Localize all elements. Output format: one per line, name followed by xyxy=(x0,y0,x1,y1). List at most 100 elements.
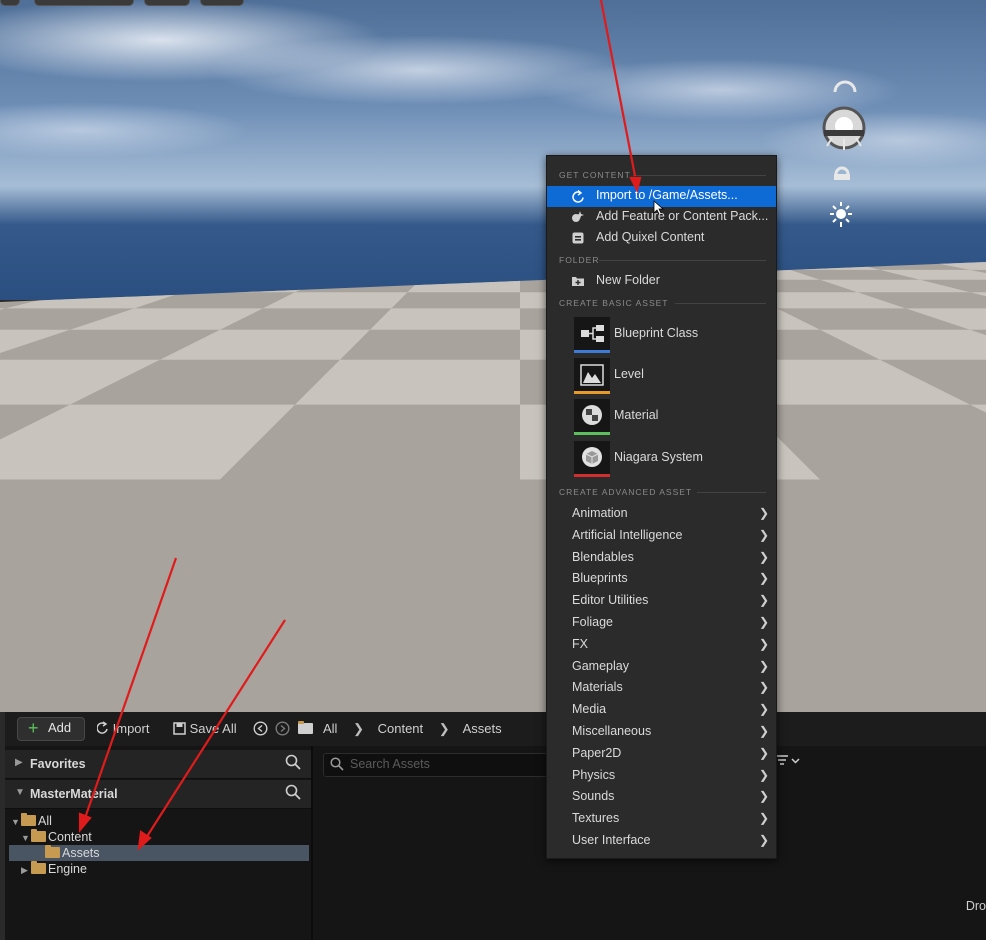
floor-tile xyxy=(424,211,458,212)
chevron-right-icon: ▶ xyxy=(21,865,28,875)
breadcrumb-all[interactable]: All xyxy=(323,721,337,736)
exponential-fog-icon[interactable] xyxy=(828,200,854,230)
floor-tile xyxy=(970,236,986,240)
menu-item-artificial-intelligence[interactable]: Artificial Intelligence ❯ xyxy=(547,525,776,546)
menu-item-physics[interactable]: Physics ❯ xyxy=(547,765,776,786)
viewport-show-button[interactable] xyxy=(200,0,244,6)
floor-tile xyxy=(520,208,549,209)
floor-tile xyxy=(0,240,40,244)
menu-item-animation[interactable]: Animation ❯ xyxy=(547,503,776,524)
menu-item-level[interactable]: Level xyxy=(547,356,776,396)
floor-tile xyxy=(970,212,986,213)
search-icon[interactable] xyxy=(285,784,301,800)
search-icon[interactable] xyxy=(285,754,301,770)
menu-item-quixel[interactable]: Add Quixel Content xyxy=(547,228,776,249)
breadcrumb-assets[interactable]: Assets xyxy=(463,721,502,736)
floor-tile xyxy=(880,210,923,211)
quixel-icon xyxy=(572,232,584,244)
menu-item-niagara-system[interactable]: Niagara System xyxy=(547,439,776,479)
floor-tile xyxy=(138,206,176,207)
tree-item-assets[interactable]: Assets xyxy=(9,845,309,861)
search-assets-input[interactable]: Search Assets xyxy=(323,753,565,777)
sky-light-icon[interactable] xyxy=(830,162,854,182)
floor-tile xyxy=(866,249,970,255)
floor-tile xyxy=(263,221,316,223)
menu-item-gameplay[interactable]: Gameplay ❯ xyxy=(547,656,776,677)
menu-item-sounds[interactable]: Sounds ❯ xyxy=(547,786,776,807)
menu-item-textures[interactable]: Textures ❯ xyxy=(547,808,776,829)
menu-item-fx[interactable]: FX ❯ xyxy=(547,634,776,655)
add-button[interactable]: + Add xyxy=(17,717,85,741)
viewport-view-button[interactable] xyxy=(144,0,190,6)
menu-item-import[interactable]: Import to /Game/Assets... xyxy=(547,186,776,216)
floor-tile xyxy=(95,204,131,205)
menu-item-blendables[interactable]: Blendables ❯ xyxy=(547,547,776,568)
favorites-section-header[interactable]: ▶ Favorites xyxy=(5,750,311,779)
collection-section-header[interactable]: ▼ MasterMaterial xyxy=(5,780,311,809)
directional-light-icon[interactable] xyxy=(818,106,870,154)
menu-item-label: Paper2D xyxy=(572,745,622,760)
floor-tile xyxy=(906,223,970,225)
floor-tile xyxy=(394,200,417,201)
menu-item-new-folder[interactable]: New Folder xyxy=(547,271,776,292)
menu-item-blueprint-class[interactable]: Blueprint Class xyxy=(547,315,776,355)
menu-item-miscellaneous[interactable]: Miscellaneous ❯ xyxy=(547,721,776,742)
floor-tile xyxy=(388,201,413,202)
new-folder-icon xyxy=(572,277,584,286)
tree-item-label: All xyxy=(38,814,52,828)
floor-tile xyxy=(346,208,380,209)
floor-tile xyxy=(414,230,470,233)
floor-tile xyxy=(929,200,959,201)
floor-tile xyxy=(370,209,404,210)
floor-tile xyxy=(382,244,456,249)
menu-item-media[interactable]: Media ❯ xyxy=(547,699,776,720)
divider xyxy=(599,260,766,261)
menu-item-paper2d[interactable]: Paper2D ❯ xyxy=(547,743,776,764)
floor-tile xyxy=(950,200,980,201)
breadcrumb-content[interactable]: Content xyxy=(378,721,424,736)
folder-browse-button[interactable] xyxy=(298,720,315,738)
floor-tile xyxy=(492,207,520,208)
menu-item-blueprints[interactable]: Blueprints ❯ xyxy=(547,568,776,589)
filter-dropdown[interactable] xyxy=(775,754,801,771)
save-all-button[interactable]: Save All xyxy=(173,720,237,738)
floor-tile xyxy=(852,204,885,205)
viewport-menu-button[interactable] xyxy=(0,0,20,6)
history-forward-button[interactable] xyxy=(275,720,290,738)
floor-tile xyxy=(0,249,105,255)
level-viewport[interactable] xyxy=(0,0,986,712)
menu-item-add-feature-pack[interactable]: Add Feature or Content Pack... xyxy=(547,207,776,228)
floor-tile xyxy=(323,207,356,208)
floor-tile xyxy=(6,205,45,206)
tree-item-content[interactable]: ▼ Content xyxy=(21,829,92,845)
floor-tile xyxy=(970,217,986,219)
back-arrow-icon xyxy=(253,721,268,736)
menu-item-foliage[interactable]: Foliage ❯ xyxy=(547,612,776,633)
history-back-button[interactable] xyxy=(253,720,268,738)
floor-tile xyxy=(774,203,804,204)
floor-tile xyxy=(347,213,387,214)
menu-item-editor-utilities[interactable]: Editor Utilities ❯ xyxy=(547,590,776,611)
save-all-label: Save All xyxy=(189,721,237,736)
viewport-mode-button[interactable] xyxy=(34,0,134,6)
tree-item-all[interactable]: ▼ All xyxy=(11,813,52,829)
asset-color-bar xyxy=(574,350,610,353)
floor-tile xyxy=(959,203,986,204)
floor-tile xyxy=(960,201,986,202)
menu-item-user-interface[interactable]: User Interface ❯ xyxy=(547,830,776,851)
floor-tile xyxy=(404,208,436,209)
sky-atmosphere-icon[interactable] xyxy=(832,80,858,94)
floor-tile xyxy=(788,204,820,205)
chevron-right-icon[interactable]: ❯ xyxy=(439,721,450,736)
floor-tile xyxy=(97,230,171,233)
floor-tile xyxy=(464,233,520,236)
chevron-right-icon: ❯ xyxy=(759,571,770,586)
menu-item-materials[interactable]: Materials ❯ xyxy=(547,677,776,698)
floor-tile xyxy=(253,212,295,213)
chevron-right-icon[interactable]: ❯ xyxy=(353,721,364,736)
import-button[interactable]: Import xyxy=(96,720,149,738)
floor-tile xyxy=(891,206,930,207)
tree-item-engine[interactable]: ▶ Engine xyxy=(21,861,87,877)
menu-item-material[interactable]: Material xyxy=(547,397,776,437)
chevron-right-icon: ❯ xyxy=(759,789,770,804)
